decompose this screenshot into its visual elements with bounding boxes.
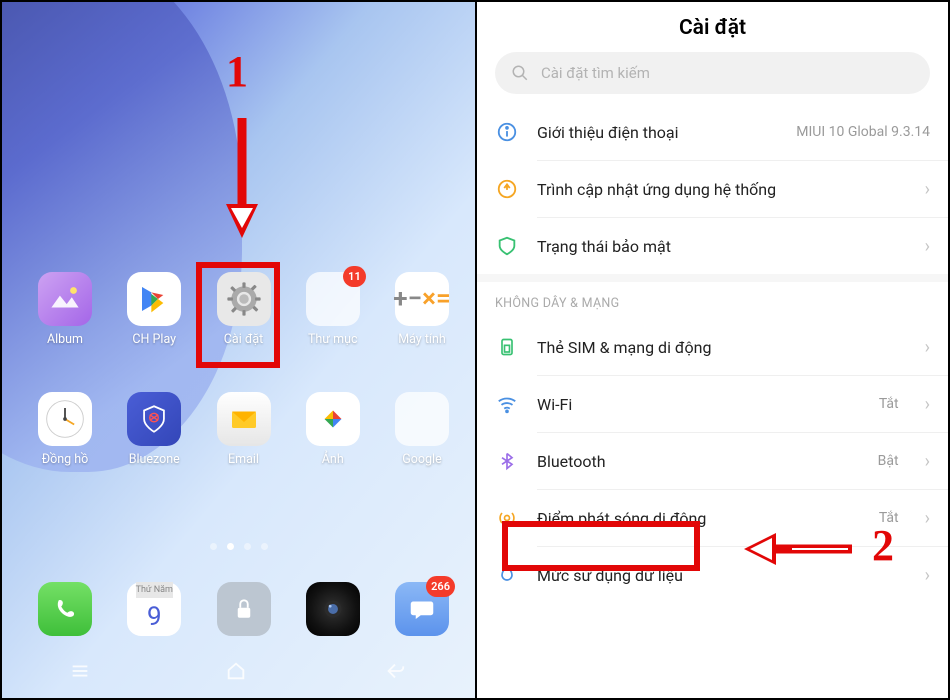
settings-item-bluetooth[interactable]: Bluetooth Bật › xyxy=(477,433,948,489)
badge: 266 xyxy=(426,576,455,597)
calendar-day: Thứ Năm xyxy=(136,582,173,598)
badge: 11 xyxy=(343,266,366,287)
calendar-icon: Thứ Năm 9 xyxy=(127,582,181,636)
chevron-right-icon: › xyxy=(925,451,930,472)
app-label: Google xyxy=(402,452,441,467)
annotation-arrow-down-icon xyxy=(222,112,262,242)
app-album[interactable]: Album xyxy=(30,272,100,347)
section-header: KHÔNG DÂY & MẠNG xyxy=(477,282,948,319)
app-email[interactable]: Email xyxy=(209,392,279,467)
annotation-number-1: 1 xyxy=(226,46,248,97)
chevron-right-icon: › xyxy=(925,337,930,358)
photos-icon xyxy=(306,392,360,446)
app-calculator[interactable]: +−×= Máy tính xyxy=(387,272,457,347)
bluetooth-icon xyxy=(495,449,519,473)
android-navbar xyxy=(2,656,475,690)
app-label: Album xyxy=(47,332,83,347)
calendar-date: 9 xyxy=(147,598,162,636)
play-store-icon xyxy=(127,272,181,326)
update-icon xyxy=(495,177,519,201)
wifi-icon xyxy=(495,392,519,416)
app-photos[interactable]: Ảnh xyxy=(298,392,368,467)
item-value: MIUI 10 Global 9.3.14 xyxy=(796,124,930,140)
app-label: Bluezone xyxy=(129,452,180,467)
chevron-right-icon: › xyxy=(925,179,930,200)
search-input[interactable]: Cài đặt tìm kiếm xyxy=(495,52,930,94)
chevron-right-icon: › xyxy=(925,394,930,415)
item-label: Trạng thái bảo mật xyxy=(537,237,899,256)
chevron-right-icon: › xyxy=(925,565,930,586)
app-label: Máy tính xyxy=(398,332,446,347)
dock-lock[interactable] xyxy=(209,582,279,636)
item-label: Thẻ SIM & mạng di động xyxy=(537,338,899,357)
shield-icon xyxy=(495,234,519,258)
chevron-right-icon: › xyxy=(925,236,930,257)
annotation-arrow-left-icon xyxy=(738,530,858,568)
dock: Thứ Năm 9 266 xyxy=(30,582,457,636)
dock-phone[interactable] xyxy=(30,582,100,636)
clock-icon xyxy=(38,392,92,446)
item-label: Bluetooth xyxy=(537,452,860,471)
app-chplay[interactable]: CH Play xyxy=(119,272,189,347)
phone-icon xyxy=(38,582,92,636)
nav-home-icon[interactable] xyxy=(225,660,247,686)
app-row-2: Đồng hồ Bluezone Email Ảnh xyxy=(30,392,457,467)
chevron-right-icon: › xyxy=(925,508,930,529)
settings-item-wifi[interactable]: Wi-Fi Tắt › xyxy=(477,376,948,432)
info-icon xyxy=(495,120,519,144)
calculator-icon: +−×= xyxy=(395,272,449,326)
search-placeholder: Cài đặt tìm kiếm xyxy=(541,64,650,82)
annotation-number-2: 2 xyxy=(872,520,894,571)
item-value: Tắt xyxy=(879,396,899,412)
item-label: Wi-Fi xyxy=(537,395,861,414)
app-label: Thư mục xyxy=(308,332,358,347)
page-title: Cài đặt xyxy=(477,2,948,52)
settings-screen: Cài đặt Cài đặt tìm kiếm Giới thiệu điện… xyxy=(475,2,948,698)
folder-icon xyxy=(395,392,449,446)
item-label: Trình cập nhật ứng dụng hệ thống xyxy=(537,180,899,199)
settings-item-sim[interactable]: Thẻ SIM & mạng di động › xyxy=(477,319,948,375)
dock-calendar[interactable]: Thứ Năm 9 xyxy=(119,582,189,636)
sim-icon xyxy=(495,335,519,359)
annotation-highlight-2 xyxy=(502,521,700,571)
album-icon xyxy=(38,272,92,326)
camera-icon xyxy=(306,582,360,636)
settings-item-security[interactable]: Trạng thái bảo mật › xyxy=(477,218,948,274)
app-label: Đồng hồ xyxy=(42,452,89,467)
app-label: CH Play xyxy=(132,332,176,347)
annotation-highlight-1 xyxy=(196,262,280,368)
search-icon xyxy=(511,64,529,82)
message-icon: 266 xyxy=(395,582,449,636)
dock-camera[interactable] xyxy=(298,582,368,636)
email-icon xyxy=(217,392,271,446)
lock-icon xyxy=(217,582,271,636)
settings-item-about[interactable]: Giới thiệu điện thoại MIUI 10 Global 9.3… xyxy=(477,104,948,160)
bluezone-icon xyxy=(127,392,181,446)
app-google-folder[interactable]: Google xyxy=(387,392,457,467)
nav-back-icon[interactable] xyxy=(382,660,408,686)
item-label: Giới thiệu điện thoại xyxy=(537,123,778,142)
app-label: Ảnh xyxy=(322,452,344,467)
item-value: Bật xyxy=(878,453,899,469)
folder-icon: 11 xyxy=(306,272,360,326)
app-label: Email xyxy=(228,452,259,467)
dock-messages[interactable]: 266 xyxy=(387,582,457,636)
page-indicator xyxy=(2,543,475,550)
app-bluezone[interactable]: Bluezone xyxy=(119,392,189,467)
settings-item-update[interactable]: Trình cập nhật ứng dụng hệ thống › xyxy=(477,161,948,217)
app-clock[interactable]: Đồng hồ xyxy=(30,392,100,467)
nav-menu-icon[interactable] xyxy=(69,660,91,686)
app-folder[interactable]: 11 Thư mục xyxy=(298,272,368,347)
